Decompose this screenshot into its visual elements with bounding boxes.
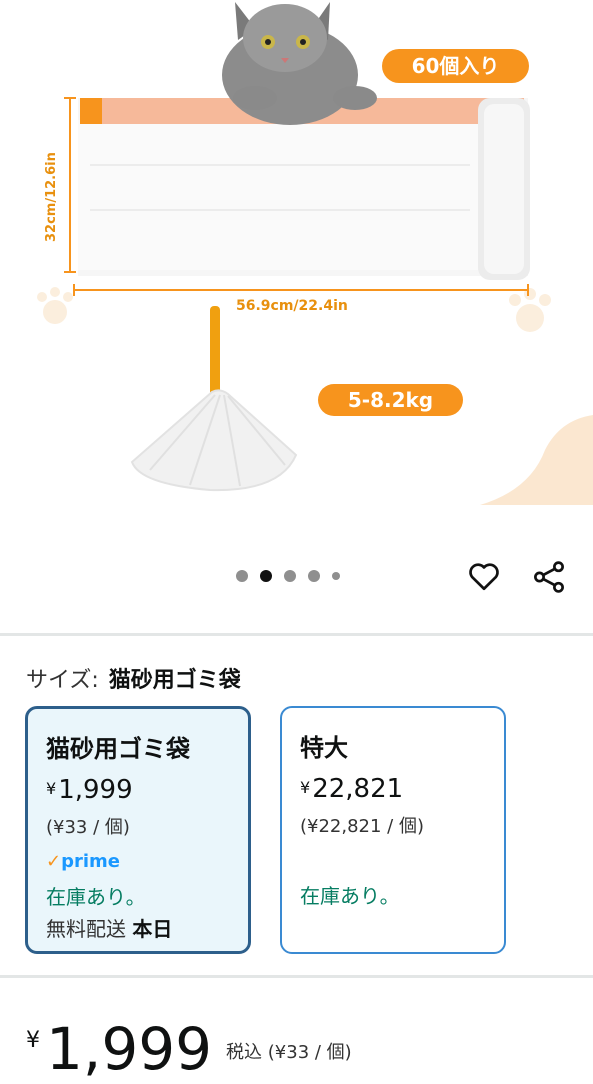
- carousel-dot[interactable]: [236, 570, 248, 582]
- share-icon: [534, 561, 564, 593]
- option-price-value: 1,999: [58, 775, 133, 805]
- option-name: 猫砂用ゴミ袋: [46, 735, 190, 763]
- divider: [0, 975, 593, 978]
- carousel-dot-active[interactable]: [260, 570, 272, 582]
- option-price: ¥1,999: [46, 775, 133, 805]
- option-stock-status: 在庫あり。: [46, 885, 146, 909]
- shipping-day: 本日: [132, 917, 173, 941]
- size-option-selected[interactable]: 猫砂用ゴミ袋 ¥1,999 (¥33 / 個) ✓prime 在庫あり。 無料配…: [25, 706, 251, 954]
- carousel-dots[interactable]: [236, 570, 340, 582]
- carousel-dot[interactable]: [284, 570, 296, 582]
- product-image-carousel[interactable]: 60個入り 32cm/12.6in 56.9cm/22.4in 5-8.2kg: [0, 0, 593, 540]
- price-summary: ¥ 1,999 税込 (¥33 / 個): [26, 1014, 352, 1084]
- size-selected-value: 猫砂用ゴミ袋: [108, 668, 241, 693]
- width-dimension: 56.9cm/22.4in: [236, 298, 348, 314]
- main-price: 1,999: [46, 1015, 213, 1083]
- option-price-value: 22,821: [312, 774, 404, 804]
- option-price: ¥22,821: [300, 774, 403, 804]
- divider: [0, 633, 593, 636]
- height-dimension: 32cm/12.6in: [44, 152, 59, 242]
- prime-check-icon: ✓: [46, 851, 62, 872]
- prime-label: prime: [61, 851, 120, 872]
- option-unit-price: (¥33 / 個): [46, 817, 130, 838]
- carousel-dot[interactable]: [332, 572, 340, 580]
- prime-badge: ✓prime: [46, 851, 120, 872]
- tax-note: 税込 (¥33 / 個): [226, 1042, 352, 1063]
- favorite-button[interactable]: [466, 558, 502, 594]
- currency-symbol: ¥: [46, 779, 57, 798]
- size-heading: サイズ: 猫砂用ゴミ袋: [26, 662, 241, 694]
- currency-symbol: ¥: [26, 1028, 40, 1053]
- share-button[interactable]: [530, 558, 568, 596]
- size-label: サイズ:: [26, 668, 99, 693]
- currency-symbol: ¥: [300, 778, 311, 797]
- weight-badge: 5-8.2kg: [318, 384, 463, 416]
- option-shipping: 無料配送 本日: [46, 913, 172, 942]
- size-option[interactable]: 特大 ¥22,821 (¥22,821 / 個) 在庫あり。: [280, 706, 506, 954]
- count-badge: 60個入り: [382, 49, 529, 83]
- option-stock-status: 在庫あり。: [300, 884, 400, 908]
- carousel-dot[interactable]: [308, 570, 320, 582]
- option-unit-price: (¥22,821 / 個): [300, 816, 424, 837]
- option-name: 特大: [300, 734, 348, 762]
- heart-outline-icon: [469, 563, 499, 591]
- shipping-prefix: 無料配送: [46, 917, 126, 941]
